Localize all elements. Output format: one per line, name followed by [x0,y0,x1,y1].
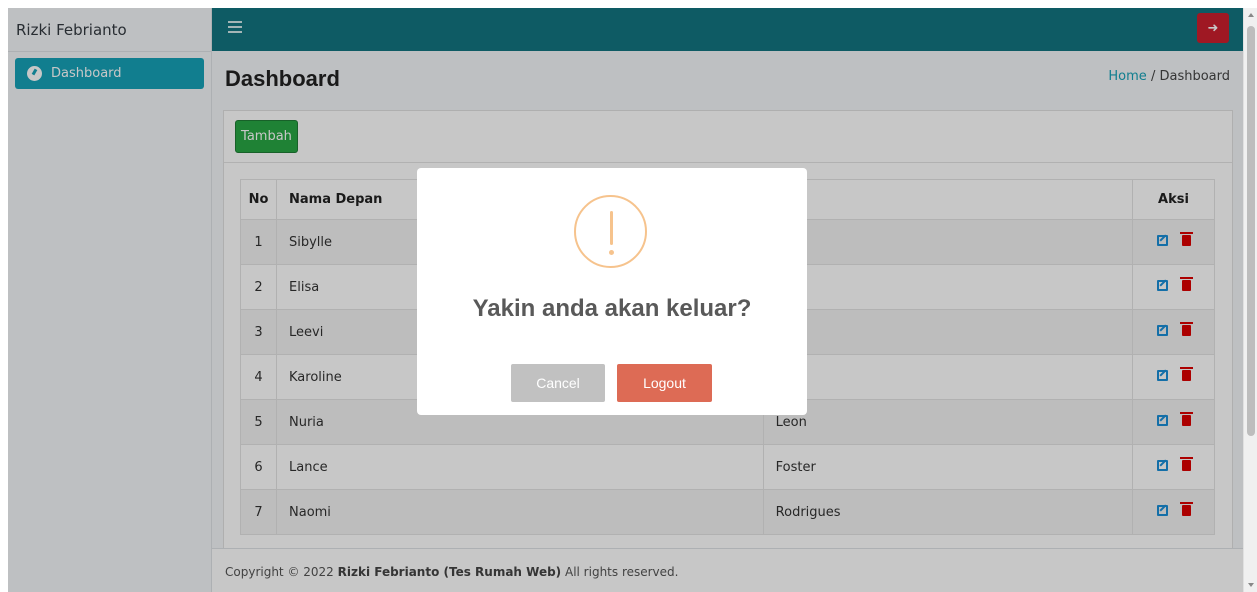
scroll-down-arrow-icon[interactable] [1248,583,1254,587]
cancel-button[interactable]: Cancel [511,364,605,402]
page-scrollbar[interactable] [1243,8,1257,592]
warning-icon [574,195,647,268]
confirm-logout-button[interactable]: Logout [617,364,712,402]
scroll-thumb[interactable] [1247,26,1255,436]
scroll-up-arrow-icon[interactable] [1248,13,1254,17]
logout-confirm-dialog: Yakin anda akan keluar? Cancel Logout [417,168,807,415]
dialog-title: Yakin anda akan keluar? [472,295,752,322]
top-strip [0,0,1257,8]
